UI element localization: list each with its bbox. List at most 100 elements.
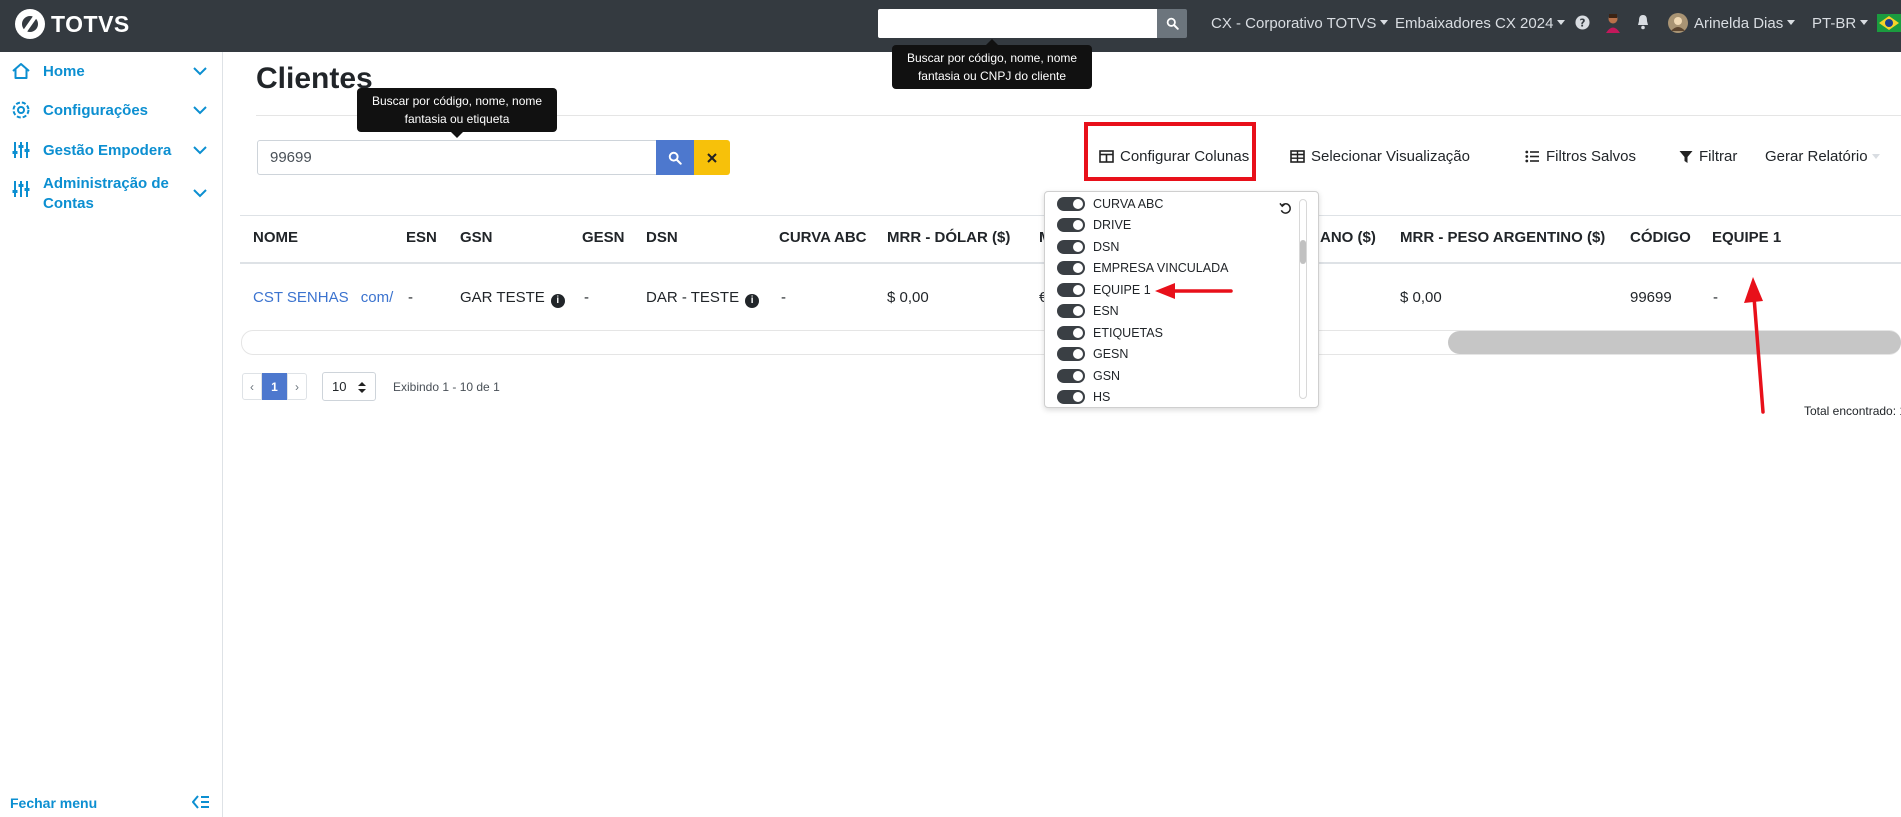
generate-report-dropdown[interactable]: Gerar Relatório (1765, 148, 1880, 165)
pagination-prev[interactable]: ‹ (242, 373, 262, 400)
col-header-curva-abc[interactable]: CURVA ABC (779, 229, 867, 246)
pagination-next[interactable]: › (287, 373, 307, 400)
scrollbar-thumb[interactable] (1448, 331, 1901, 354)
page-size-select[interactable]: 10 (322, 372, 376, 401)
column-toggle-drive[interactable]: DRIVE (1057, 216, 1131, 234)
col-header-esn[interactable]: ESN (406, 229, 437, 246)
tooltip-line-1: Buscar por código, nome, nome (371, 94, 543, 108)
avatar-small-icon[interactable] (1604, 12, 1622, 34)
cell-gesn: - (584, 289, 589, 306)
column-toggle-dsn[interactable]: DSN (1057, 238, 1119, 256)
language-dropdown[interactable]: PT-BR (1812, 15, 1868, 32)
col-header-codigo[interactable]: CÓDIGO (1630, 229, 1691, 246)
toggle-switch[interactable] (1057, 369, 1085, 383)
column-toggle-equipe-1[interactable]: EQUIPE 1 (1057, 281, 1151, 299)
user-avatar[interactable] (1668, 13, 1688, 33)
toggle-switch[interactable] (1057, 347, 1085, 361)
client-search-input[interactable] (257, 140, 657, 175)
cell-codigo: 99699 (1630, 289, 1672, 306)
toggle-switch[interactable] (1057, 283, 1085, 297)
page-size-value: 10 (332, 379, 347, 394)
select-view-label: Selecionar Visualização (1311, 148, 1470, 165)
column-toggle-label: GSN (1093, 369, 1121, 383)
column-toggle-label: DRIVE (1093, 218, 1132, 232)
sliders-icon (12, 181, 30, 197)
toggle-switch[interactable] (1057, 218, 1085, 232)
toggle-switch[interactable] (1057, 326, 1085, 340)
tooltip-line-1: Buscar por código, nome, nome (906, 51, 1078, 65)
dropdown-scrollbar-thumb[interactable] (1300, 240, 1306, 264)
annotation-arrow-left-icon (1155, 283, 1233, 299)
sidebar-item-home[interactable]: Home (0, 61, 223, 85)
cell-curva-abc: - (781, 289, 786, 306)
bell-icon[interactable] (1636, 14, 1650, 30)
column-toggle-gsn[interactable]: GSN (1057, 367, 1120, 385)
client-name-link[interactable]: CST SENHAS (253, 289, 349, 306)
toggle-switch[interactable] (1057, 390, 1085, 404)
col-header-mrr-peso[interactable]: MRR - PESO ARGENTINO ($) (1400, 229, 1605, 246)
info-icon[interactable]: i (745, 294, 760, 308)
column-toggle-gesn[interactable]: GESN (1057, 345, 1128, 363)
column-toggle-curva-abc[interactable]: CURVA ABC (1057, 195, 1163, 213)
toggle-switch[interactable] (1057, 304, 1085, 318)
column-toggle-etiquetas[interactable]: ETIQUETAS (1057, 324, 1163, 342)
toggle-switch[interactable] (1057, 240, 1085, 254)
global-search-input[interactable] (878, 9, 1157, 38)
cell-nome[interactable]: CST SENHAS com/ (253, 289, 393, 306)
sidebar-item-administracao-contas[interactable]: Administração de Contas (0, 173, 223, 217)
brazil-flag-icon[interactable] (1877, 14, 1901, 32)
saved-filters-button[interactable]: Filtros Salvos (1525, 148, 1636, 165)
toggle-switch[interactable] (1057, 197, 1085, 211)
sidebar-item-gestao-empodera[interactable]: Gestão Empodera (0, 140, 223, 164)
cell-dsn: DAR - TESTE i (646, 289, 760, 308)
toggle-switch[interactable] (1057, 261, 1085, 275)
column-toggle-esn[interactable]: ESN (1057, 302, 1119, 320)
program-dropdown[interactable]: Embaixadores CX 2024 (1395, 15, 1565, 32)
gear-icon (12, 101, 30, 119)
clear-search-button[interactable] (694, 140, 730, 175)
cell-gsn: GAR TESTE i (460, 289, 565, 308)
column-toggle-hs[interactable]: HS (1057, 388, 1110, 406)
filter-button[interactable]: Filtrar (1679, 148, 1737, 165)
sidebar-item-configuracoes[interactable]: Configurações (0, 100, 223, 124)
client-name-extra[interactable]: com/ (361, 289, 394, 306)
column-toggle-empresa-vinculada[interactable]: EMPRESA VINCULADA (1057, 259, 1228, 277)
chevron-down-icon (193, 189, 207, 198)
column-toggle-label: EQUIPE 1 (1093, 283, 1151, 297)
column-toggle-label: ETIQUETAS (1093, 326, 1163, 340)
totvs-logo-icon (15, 9, 45, 39)
dsn-value: DAR - TESTE (646, 289, 740, 306)
gsn-value: GAR TESTE (460, 289, 545, 306)
search-icon (1166, 17, 1179, 30)
sidebar-item-label: Configurações (43, 102, 149, 119)
main-search-tooltip: Buscar por código, nome, nome fantasia o… (357, 88, 557, 138)
close-menu-link[interactable]: Fechar menu (10, 795, 97, 811)
client-search-button[interactable] (656, 140, 694, 175)
dropdown-scrollbar[interactable] (1299, 199, 1307, 399)
col-header-nome[interactable]: NOME (253, 229, 298, 246)
total-found: Total encontrado: 1 (1804, 404, 1901, 418)
user-menu-dropdown[interactable]: Arinelda Dias (1694, 15, 1795, 32)
col-header-equipe-1[interactable]: EQUIPE 1 (1712, 229, 1781, 246)
col-header-mrr-dolar[interactable]: MRR - DÓLAR ($) (887, 229, 1010, 246)
cell-mrr-dolar: $ 0,00 (887, 289, 929, 306)
col-header-gesn[interactable]: GESN (582, 229, 625, 246)
home-icon (12, 63, 30, 79)
totvs-logo[interactable]: TOTVS (15, 9, 130, 39)
col-header-dsn[interactable]: DSN (646, 229, 678, 246)
filter-icon (1679, 150, 1693, 163)
tooltip-line-2: fantasia ou CNPJ do cliente (917, 69, 1067, 83)
column-toggle-label: CURVA ABC (1093, 197, 1164, 211)
cell-equipe-1: - (1713, 289, 1718, 306)
pagination-page-1[interactable]: 1 (262, 373, 287, 400)
collapse-menu-icon[interactable] (192, 794, 210, 810)
info-icon[interactable]: i (550, 294, 565, 308)
company-dropdown[interactable]: CX - Corporativo TOTVS (1211, 15, 1388, 32)
help-icon[interactable]: ? (1575, 15, 1590, 30)
col-header-ano[interactable]: ANO ($) (1320, 229, 1376, 246)
col-header-gsn[interactable]: GSN (460, 229, 493, 246)
reset-columns-icon[interactable] (1279, 202, 1292, 215)
global-search-button[interactable] (1157, 9, 1187, 38)
select-view-button[interactable]: Selecionar Visualização (1290, 148, 1470, 165)
annotation-arrow-up-icon (1744, 277, 1765, 414)
